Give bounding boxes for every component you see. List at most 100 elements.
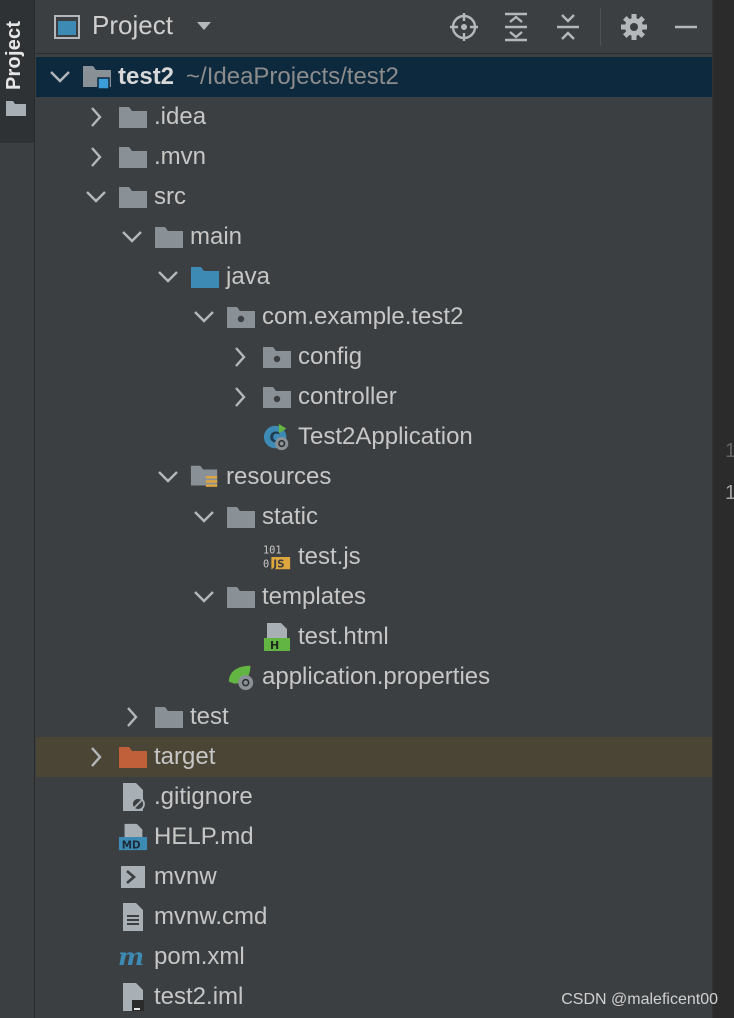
collapse-all-icon xyxy=(557,14,579,40)
tool-window-strip: Project xyxy=(0,0,35,1018)
tree-item-mvn[interactable]: .mvn xyxy=(36,137,712,177)
tree-item-label: HELP.md xyxy=(154,823,254,850)
tree-item-label: templates xyxy=(262,583,367,610)
maven-icon: m xyxy=(118,943,148,971)
project-path: ~/IdeaProjects/test2 xyxy=(186,63,399,90)
folder-icon xyxy=(118,183,148,211)
svg-text:JS: JS xyxy=(272,558,284,570)
arrow-spacer xyxy=(84,785,108,809)
tree-item-label: mvnw xyxy=(154,863,217,890)
chevron-right-icon[interactable] xyxy=(84,745,108,769)
tree-item-label: mvnw.cmd xyxy=(154,903,268,930)
arrow-spacer xyxy=(84,905,108,929)
folder-icon xyxy=(154,703,184,731)
tree-item-com-example-test2[interactable]: com.example.test2 xyxy=(36,297,712,337)
watermark: CSDN @maleficent00 xyxy=(561,991,718,1008)
chevron-down-icon[interactable] xyxy=(156,465,180,489)
settings-button[interactable] xyxy=(618,11,650,43)
svg-text:MD: MD xyxy=(122,839,141,851)
tree-item-label: test.js xyxy=(298,543,361,570)
svg-text:0: 0 xyxy=(263,558,269,570)
folder-icon xyxy=(226,583,256,611)
tree-item-config[interactable]: config xyxy=(36,337,712,377)
tree-item-application-properties[interactable]: application.properties xyxy=(36,657,712,697)
tree-item-static[interactable]: static xyxy=(36,497,712,537)
chevron-right-icon[interactable] xyxy=(120,705,144,729)
resources-folder-icon xyxy=(190,463,220,491)
tree-item-label: Test2Application xyxy=(298,423,473,450)
tree-item-test[interactable]: test xyxy=(36,697,712,737)
tree-item-label: test.html xyxy=(298,623,389,650)
chevron-right-icon[interactable] xyxy=(84,105,108,129)
tree-item-label: main xyxy=(190,223,243,250)
svg-text:101: 101 xyxy=(263,544,282,556)
chevron-down-icon[interactable] xyxy=(192,585,216,609)
tree-item-target[interactable]: target xyxy=(36,737,712,777)
tree-item-main[interactable]: main xyxy=(36,217,712,257)
project-tree: test2 ~/IdeaProjects/test2 .idea .mvn src mai… xyxy=(36,57,712,1017)
project-panel-header: Project xyxy=(36,0,712,54)
folder-icon xyxy=(118,103,148,131)
tree-item-mvnw-cmd[interactable]: mvnw.cmd xyxy=(36,897,712,937)
shell-file-icon xyxy=(118,863,148,891)
folder-icon xyxy=(226,503,256,531)
folder-icon xyxy=(154,223,184,251)
project-tab-label: Project xyxy=(3,20,25,90)
chevron-down-icon[interactable] xyxy=(48,65,72,89)
chevron-right-icon[interactable] xyxy=(84,145,108,169)
locate-crosshair-icon xyxy=(450,13,478,41)
tree-item-label: target xyxy=(154,743,216,770)
markdown-file-icon: MD xyxy=(118,823,148,851)
tree-item-templates[interactable]: templates xyxy=(36,577,712,617)
tree-item-controller[interactable]: controller xyxy=(36,377,712,417)
view-selector[interactable]: Project xyxy=(92,10,173,41)
arrow-spacer xyxy=(84,985,108,1009)
tree-item-label: resources xyxy=(226,463,332,490)
tree-item-label: com.example.test2 xyxy=(262,303,464,330)
expand-all-icon xyxy=(505,12,527,42)
html-file-icon: H xyxy=(262,623,292,652)
chevron-down-icon[interactable] xyxy=(120,225,144,249)
select-opened-file-button[interactable] xyxy=(448,11,480,43)
arrow-spacer xyxy=(228,545,252,569)
tree-item-label: src xyxy=(154,183,186,210)
tree-item-src[interactable]: src xyxy=(36,177,712,217)
tree-item-java[interactable]: java xyxy=(36,257,712,297)
tree-item-test-js[interactable]: 101 0 JS test.js xyxy=(36,537,712,577)
arrow-spacer xyxy=(84,825,108,849)
arrow-spacer xyxy=(228,625,252,649)
gutter-line-number: 1 xyxy=(725,482,734,504)
collapse-all-button[interactable] xyxy=(552,11,584,43)
minus-icon xyxy=(675,25,697,29)
hide-button[interactable] xyxy=(670,11,702,43)
package-icon xyxy=(262,383,292,411)
tree-item-test2application[interactable]: C Test2Application xyxy=(36,417,712,457)
tree-item-test-html[interactable]: Htest.html xyxy=(36,617,712,657)
chevron-down-icon[interactable] xyxy=(196,21,212,31)
tree-item-help-md[interactable]: MD HELP.md xyxy=(36,817,712,857)
tree-item-label: test2.iml xyxy=(154,983,244,1010)
tree-item-mvnw[interactable]: mvnw xyxy=(36,857,712,897)
svg-text:H: H xyxy=(270,639,279,652)
tree-item-label: config xyxy=(298,343,363,370)
chevron-down-icon[interactable] xyxy=(156,265,180,289)
editor-edge: 1 1 xyxy=(712,0,734,1018)
tree-item-resources[interactable]: resources xyxy=(36,457,712,497)
chevron-down-icon[interactable] xyxy=(192,505,216,529)
text-file-icon xyxy=(118,903,148,931)
tree-item-label: java xyxy=(226,263,271,290)
chevron-right-icon[interactable] xyxy=(228,345,252,369)
chevron-down-icon[interactable] xyxy=(84,185,108,209)
folder-icon xyxy=(118,143,148,171)
tree-item-idea[interactable]: .idea xyxy=(36,97,712,137)
tree-item-label: pom.xml xyxy=(154,943,245,970)
project-tool-window-tab[interactable]: Project xyxy=(0,0,34,143)
arrow-spacer xyxy=(228,425,252,449)
tree-item-test2[interactable]: test2 ~/IdeaProjects/test2 xyxy=(36,57,712,97)
chevron-down-icon[interactable] xyxy=(192,305,216,329)
arrow-spacer xyxy=(192,665,216,689)
tree-item-gitignore[interactable]: .gitignore xyxy=(36,777,712,817)
chevron-right-icon[interactable] xyxy=(228,385,252,409)
expand-all-button[interactable] xyxy=(500,11,532,43)
tree-item-pom-xml[interactable]: m pom.xml xyxy=(36,937,712,977)
